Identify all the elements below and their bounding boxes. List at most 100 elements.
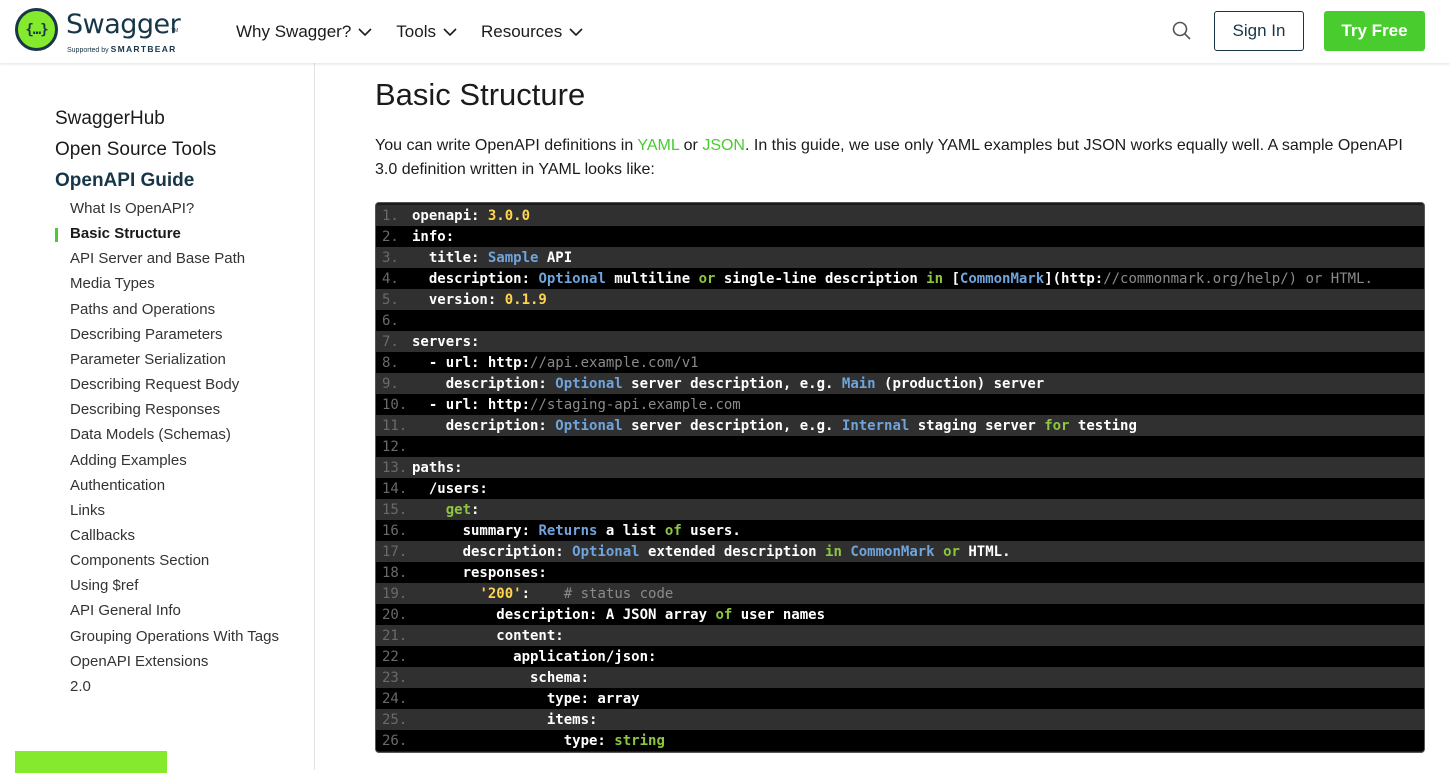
search-button[interactable] <box>1171 20 1193 42</box>
sidebar-guide-item[interactable]: Data Models (Schemas) <box>70 426 231 443</box>
line-number: 25. <box>382 711 408 728</box>
main-nav: Why Swagger? Tools Resources <box>236 20 607 44</box>
code-line: 2. info: <box>376 226 1424 247</box>
code-line: 23. schema: <box>376 667 1424 688</box>
code-line: 3. title: Sample API <box>376 247 1424 268</box>
nav-why-swagger[interactable]: Why Swagger? <box>236 20 372 44</box>
code-token: or <box>698 270 716 287</box>
sidebar-guide-item[interactable]: Describing Request Body <box>70 376 239 393</box>
nav-resources[interactable]: Resources <box>481 20 583 44</box>
sidebar-guide-item[interactable]: Adding Examples <box>70 452 187 469</box>
code-text: description: Optional multiline or singl… <box>412 271 1424 287</box>
code-token: of <box>664 522 682 539</box>
line-number: 21. <box>382 627 408 644</box>
sidebar-guide-item[interactable]: Callbacks <box>70 527 135 544</box>
code-line: 4. description: Optional multiline or si… <box>376 268 1424 289</box>
code-line: 15. get: <box>376 499 1424 520</box>
code-token: Main <box>841 375 876 392</box>
docs-sidebar: SwaggerHub Open Source Tools OpenAPI Gui… <box>0 63 315 773</box>
code-text: description: Optional extended descripti… <box>412 544 1424 560</box>
code-text: summary: Returns a list of users. <box>412 523 1424 539</box>
code-token: '200' <box>479 585 522 602</box>
code-token: server description, e.g. <box>622 417 842 434</box>
sidebar-guide-item[interactable]: Components Section <box>70 552 209 569</box>
code-token: 0.1.9 <box>504 291 547 308</box>
line-number: 15. <box>382 501 408 518</box>
sidebar-guide-item[interactable]: Parameter Serialization <box>70 351 226 368</box>
sidebar-guide-item[interactable]: Authentication <box>70 477 165 494</box>
code-token: CommonMark <box>850 543 935 560</box>
code-token: # status code <box>563 585 674 602</box>
code-token: testing <box>1069 417 1137 434</box>
logo-tagline: Supported by SMARTBEAR <box>67 44 177 54</box>
sidebar-item-open-source-tools[interactable]: Open Source Tools <box>55 139 216 161</box>
code-token: description: <box>412 543 573 560</box>
sidebar-guide-item[interactable]: Paths and Operations <box>70 301 215 318</box>
nav-label: Why Swagger? <box>236 22 352 41</box>
sidebar-item-openapi-guide[interactable]: OpenAPI Guide <box>55 170 194 192</box>
line-number: 8. <box>382 354 399 371</box>
nav-tools[interactable]: Tools <box>396 20 457 44</box>
code-token: type: array <box>412 690 640 707</box>
sidebar-guide-item[interactable]: Describing Parameters <box>70 326 223 343</box>
code-token: [ <box>943 270 960 287</box>
code-text: - url: http://staging-api.example.com <box>412 397 1424 413</box>
code-token: in <box>926 270 944 287</box>
line-number: 6. <box>382 312 399 329</box>
intro-paragraph: You can write OpenAPI definitions in YAM… <box>375 134 1425 182</box>
code-token: servers: <box>412 333 480 350</box>
code-token: user names <box>732 606 826 623</box>
sidebar-guide-item[interactable]: API General Info <box>70 602 181 619</box>
sidebar-guide-item[interactable]: OpenAPI Extensions <box>70 653 208 670</box>
sign-in-button[interactable]: Sign In <box>1214 11 1304 51</box>
sidebar-guide-item[interactable]: Describing Responses <box>70 401 220 418</box>
code-text: description: Optional server description… <box>412 376 1424 392</box>
code-text: responses: <box>412 565 1424 581</box>
code-token: description: A JSON array <box>412 606 716 623</box>
code-line: 8. - url: http://api.example.com/v1 <box>376 352 1424 373</box>
code-line: 14. /users: <box>376 478 1424 499</box>
code-line: 16. summary: Returns a list of users. <box>376 520 1424 541</box>
top-header: {…} Swagger TM Supported by SMARTBEAR Wh… <box>0 0 1450 63</box>
code-text: /users: <box>412 481 1424 497</box>
code-token: version: <box>412 291 505 308</box>
code-text: info: <box>412 229 1424 245</box>
code-text: title: Sample API <box>412 250 1424 266</box>
try-free-button[interactable]: Try Free <box>1324 11 1425 51</box>
code-token: CommonMark <box>959 270 1045 287</box>
sidebar-item-swaggerhub[interactable]: SwaggerHub <box>55 108 165 130</box>
code-text: type: array <box>412 691 1424 707</box>
code-token: (production) server <box>875 375 1045 392</box>
code-line: 5. version: 0.1.9 <box>376 289 1424 310</box>
line-number: 11. <box>382 417 408 434</box>
yaml-link[interactable]: YAML <box>637 137 679 154</box>
line-number: 13. <box>382 459 408 476</box>
chevron-down-icon <box>443 27 457 36</box>
sidebar-guide-item[interactable]: 2.0 <box>70 678 91 695</box>
sidebar-guide-item[interactable]: API Server and Base Path <box>70 250 245 267</box>
json-link[interactable]: JSON <box>702 137 745 154</box>
code-line: 1. openapi: 3.0.0 <box>376 205 1424 226</box>
sidebar-guide-item[interactable]: Basic Structure <box>70 225 181 242</box>
code-line: 9. description: Optional server descript… <box>376 373 1424 394</box>
code-token: title: <box>412 249 488 266</box>
code-token: application/json: <box>412 648 657 665</box>
sidebar-guide-item[interactable]: Media Types <box>70 275 155 292</box>
sidebar-guide-item[interactable]: What Is OpenAPI? <box>70 200 194 217</box>
line-number: 16. <box>382 522 408 539</box>
sidebar-guide-item[interactable]: Using $ref <box>70 577 138 594</box>
sidebar-guide-item[interactable]: Grouping Operations With Tags <box>70 628 279 645</box>
code-text: version: 0.1.9 <box>412 292 1424 308</box>
code-token: Optional <box>572 543 640 560</box>
line-number: 9. <box>382 375 399 392</box>
logo-text: Swagger <box>66 9 181 40</box>
code-token: paths: <box>412 459 463 476</box>
line-number: 4. <box>382 270 399 287</box>
line-number: 5. <box>382 291 399 308</box>
swagger-logo[interactable]: {…} Swagger TM Supported by SMARTBEAR <box>15 8 195 56</box>
sidebar-guide-item[interactable]: Links <box>70 502 105 519</box>
code-token: description: <box>412 270 539 287</box>
code-token: : <box>521 585 564 602</box>
